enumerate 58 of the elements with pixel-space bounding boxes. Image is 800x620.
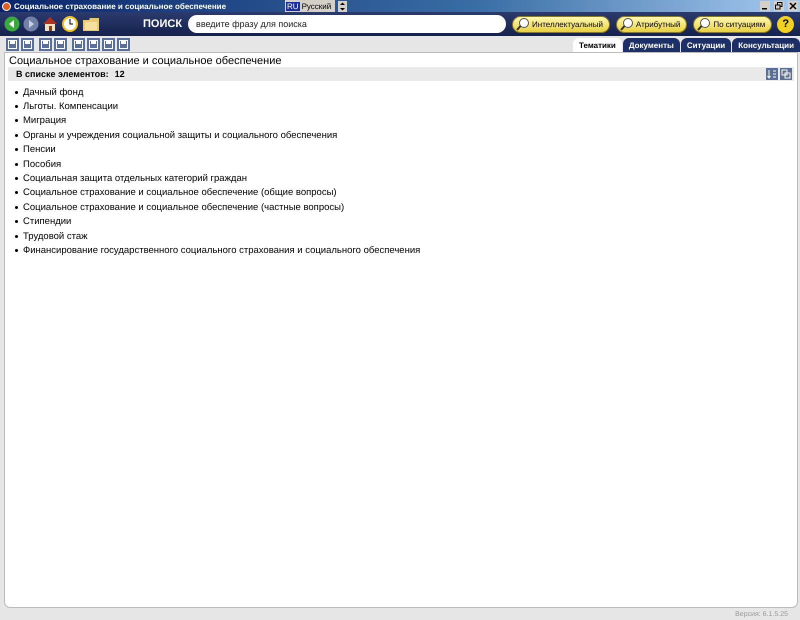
sort-icon[interactable] [766,68,778,80]
count-value: 12 [114,69,125,79]
topic-link[interactable]: Дачный фонд [23,86,84,98]
spinner-icon[interactable] [338,0,348,12]
bullet-icon [15,162,18,166]
topic-link[interactable]: Финансирование государственного социального страхования и социального обеспечения [23,244,420,256]
bullet-icon [15,105,18,108]
search-field[interactable]: введите фразу для поиска [188,15,506,33]
close-icon[interactable] [788,1,798,11]
bullet-icon [15,90,18,94]
bullet-icon [15,248,18,252]
topic-link[interactable]: Органы и учреждения социальной защиты и социального обеспечения [23,130,338,141]
bullet-icon [15,206,18,209]
bullet-icon [15,148,18,152]
minimize-icon[interactable] [760,1,770,11]
app-icon [2,2,11,10]
floppy-icon[interactable] [21,38,34,50]
bullet-icon [15,177,18,180]
bullet-icon [15,234,18,238]
search-mode-button[interactable]: Интеллектуальный [512,16,610,32]
topic-link[interactable]: Стипендии [23,216,72,228]
topic-link[interactable]: Миграция [23,115,66,126]
topic-link[interactable]: Льготы. Компенсации [23,101,118,112]
topic-link[interactable]: Пенсии [23,144,56,156]
topic-link[interactable]: Трудовой стаж [23,230,88,242]
search-icon [516,17,530,31]
window-title: Социальное страхование и социальное обеспечение [14,2,228,10]
search-icon [697,17,712,31]
tab[interactable]: Документы [622,38,680,52]
clock-icon[interactable] [61,15,79,33]
list-icon[interactable] [780,68,792,80]
language-code: RU [286,2,300,10]
bullet-icon [15,220,18,224]
bullet-icon [15,119,18,122]
search-mode-button[interactable]: По ситуациям [693,16,772,32]
forward-icon[interactable] [23,16,39,32]
save-icon[interactable] [6,38,19,50]
tab[interactable]: Тематики [572,38,622,52]
topic-link[interactable]: Социальное страхование и социальное обеспечение (общие вопросы) [23,187,337,198]
tab[interactable]: Консультации [732,38,800,52]
search-icon [620,17,634,31]
language-indicator[interactable]: RU Русский [285,0,336,12]
search-mode-button[interactable]: Атрибутный [616,16,688,32]
folder-icon[interactable] [82,16,100,32]
search-label: ПОИСК [143,18,182,30]
language-name: Русский [302,2,332,10]
count-label: В списке элементов: [16,69,109,79]
bullet-icon [15,191,18,194]
topic-link[interactable]: Социальное страхование и социальное обеспечение (частные вопросы) [23,202,344,213]
topic-link[interactable]: Социальная защита отдельных категорий граждан [23,173,247,184]
help-button[interactable]: ? [777,16,794,32]
section-heading: Социальное страхование и социальное обеспечение [9,55,282,67]
bullet-icon [15,134,18,137]
restore-icon[interactable] [774,1,784,11]
back-icon[interactable] [4,16,20,32]
topic-link[interactable]: Пособия [23,158,62,170]
home-icon[interactable] [42,16,58,32]
tab[interactable]: Ситуации [680,38,732,52]
